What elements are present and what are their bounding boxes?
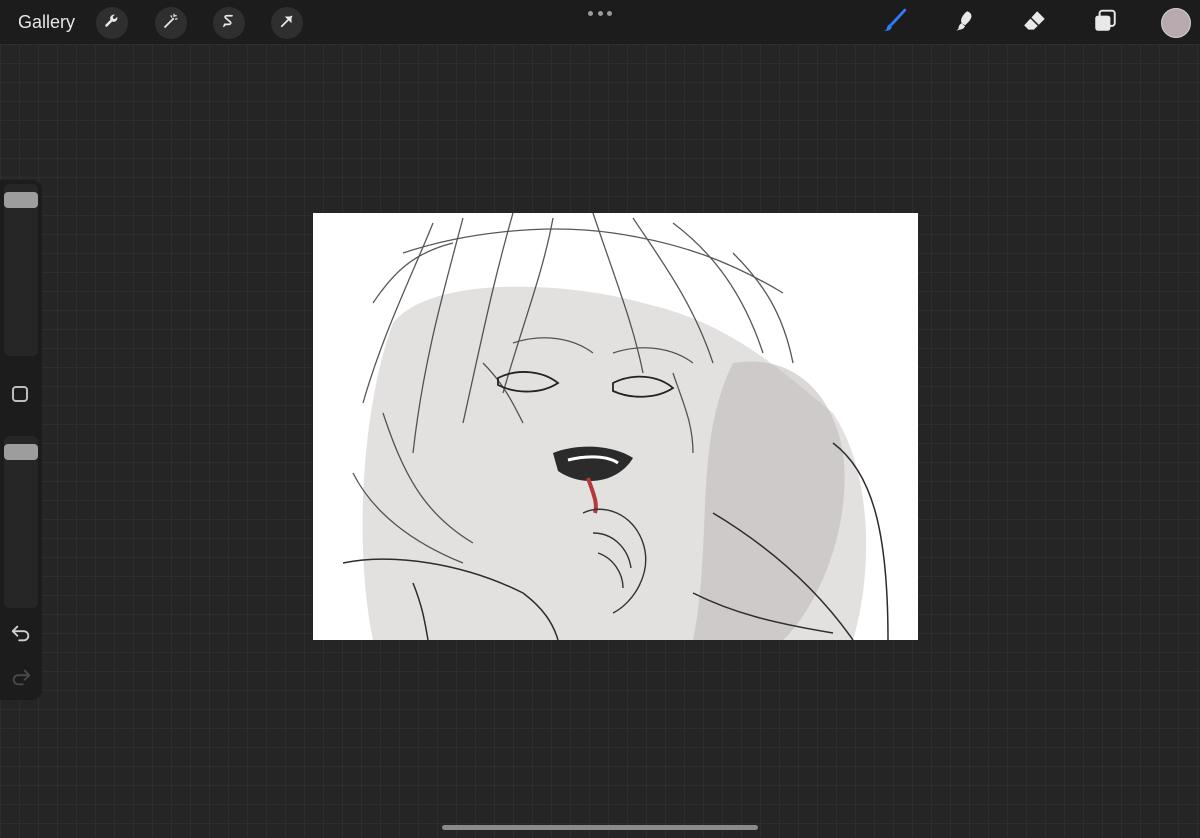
brush-icon <box>882 8 908 39</box>
more-options-button[interactable] <box>588 8 612 18</box>
selection-button[interactable] <box>213 7 245 39</box>
gallery-button[interactable]: Gallery <box>18 12 75 33</box>
left-sidebar <box>0 180 42 700</box>
opacity-thumb[interactable] <box>4 443 38 460</box>
redo-button[interactable] <box>10 666 32 688</box>
brush-size-thumb[interactable] <box>4 191 38 208</box>
undo-button[interactable] <box>10 622 32 644</box>
transform-button[interactable] <box>271 7 303 39</box>
sketch-artwork <box>342 213 889 640</box>
dot-icon <box>607 10 612 16</box>
eraser-icon <box>1022 8 1048 39</box>
opacity-slider[interactable] <box>4 436 38 608</box>
adjustments-button[interactable] <box>155 7 187 39</box>
layers-button[interactable] <box>1090 8 1120 38</box>
wrench-icon <box>103 12 121 35</box>
layers-icon <box>1092 8 1118 39</box>
top-toolbar: Gallery <box>0 0 1200 44</box>
redo-icon <box>10 669 32 692</box>
eraser-tool-button[interactable] <box>1020 8 1050 38</box>
brush-size-slider[interactable] <box>4 184 38 356</box>
magic-wand-icon <box>162 12 180 35</box>
selection-icon <box>220 12 238 35</box>
smudge-tool-button[interactable] <box>950 8 980 38</box>
dot-icon <box>588 10 593 16</box>
transform-arrow-icon <box>278 12 296 35</box>
modify-button[interactable] <box>12 386 28 402</box>
smudge-icon <box>952 8 978 39</box>
home-indicator[interactable] <box>442 825 758 830</box>
dot-icon <box>597 10 603 16</box>
actions-button[interactable] <box>96 7 128 39</box>
undo-icon <box>10 625 32 648</box>
color-picker-button[interactable] <box>1161 8 1191 38</box>
drawing-canvas[interactable] <box>313 213 918 640</box>
paint-tool-button[interactable] <box>880 8 910 38</box>
